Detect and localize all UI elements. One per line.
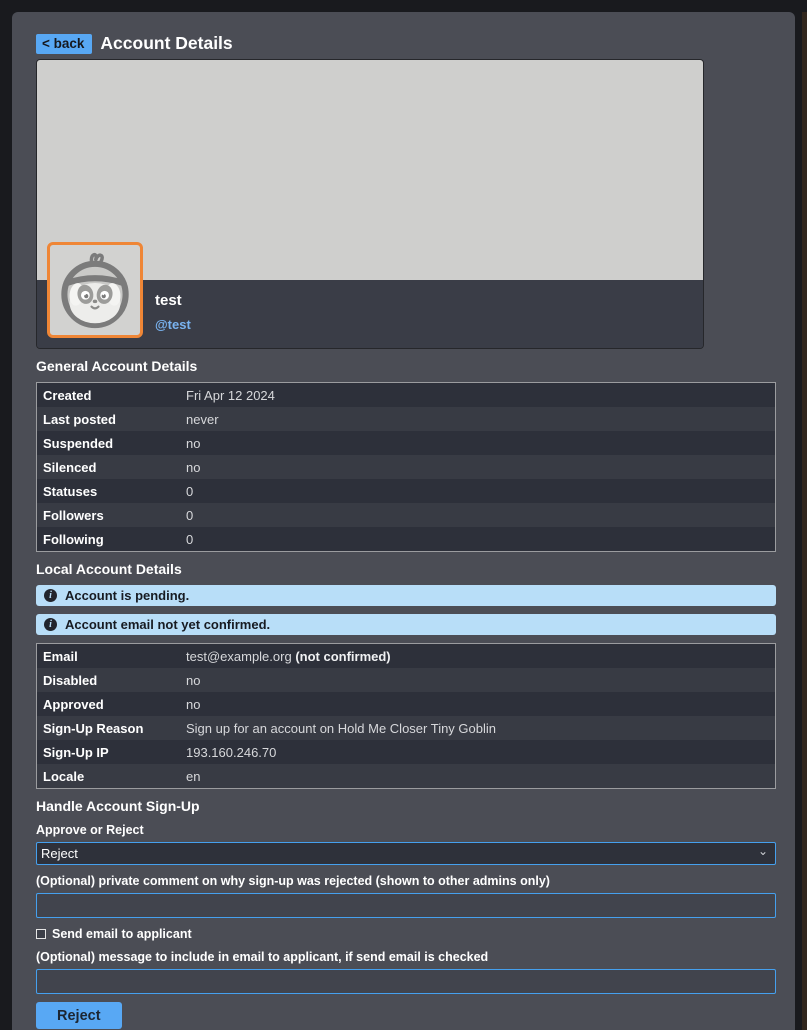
row-value: 0 (186, 484, 775, 499)
notice-banner: i Account email not yet confirmed. (36, 614, 776, 635)
row-label: Sign-Up IP (37, 745, 186, 760)
row-value: test@example.org (not confirmed) (186, 649, 775, 664)
notice-text: Account is pending. (65, 588, 189, 603)
approve-reject-select-wrap: Reject ⌄ (36, 842, 776, 865)
table-row: CreatedFri Apr 12 2024 (37, 383, 775, 407)
send-email-row: Send email to applicant (36, 927, 775, 941)
general-details-table: CreatedFri Apr 12 2024Last postedneverSu… (36, 382, 776, 552)
row-label: Approved (37, 697, 186, 712)
local-details-table: Emailtest@example.org (not confirmed)Dis… (36, 643, 776, 789)
table-row: Silencedno (37, 455, 775, 479)
email-message-input[interactable] (36, 969, 776, 994)
row-label: Sign-Up Reason (37, 721, 186, 736)
row-value: en (186, 769, 775, 784)
table-row: Suspendedno (37, 431, 775, 455)
row-value: no (186, 697, 775, 712)
table-row: Sign-Up IP193.160.246.70 (37, 740, 775, 764)
row-label: Followers (37, 508, 186, 523)
info-circle-icon: i (44, 618, 57, 631)
row-label: Statuses (37, 484, 186, 499)
sloth-avatar-icon (53, 248, 137, 332)
profile-card: test @test (36, 59, 704, 349)
back-button[interactable]: < back (36, 34, 92, 54)
table-row: Statuses0 (37, 479, 775, 503)
account-details-panel: < back Account Details test @test (12, 12, 795, 1030)
local-details-heading: Local Account Details (36, 561, 775, 577)
row-label: Locale (37, 769, 186, 784)
table-row: Approvedno (37, 692, 775, 716)
row-label: Created (37, 388, 186, 403)
row-value: Sign up for an account on Hold Me Closer… (186, 721, 775, 736)
table-row: Followers0 (37, 503, 775, 527)
page-title: Account Details (100, 33, 232, 54)
row-value: no (186, 436, 775, 451)
table-row: Localeen (37, 764, 775, 788)
notice-banner: i Account is pending. (36, 585, 776, 606)
row-label: Email (37, 649, 186, 664)
row-value: Fri Apr 12 2024 (186, 388, 775, 403)
table-row: Disabledno (37, 668, 775, 692)
row-label: Following (37, 532, 186, 547)
email-message-label: (Optional) message to include in email t… (36, 950, 775, 964)
send-email-checkbox[interactable] (36, 929, 46, 939)
row-label: Disabled (37, 673, 186, 688)
table-row: Following0 (37, 527, 775, 551)
row-value: never (186, 412, 775, 427)
account-notices: i Account is pending. i Account email not y… (36, 585, 775, 635)
approve-reject-select[interactable]: Reject (36, 842, 776, 865)
avatar (47, 242, 143, 338)
private-comment-input[interactable] (36, 893, 776, 918)
username: @test (155, 317, 703, 332)
approve-reject-label: Approve or Reject (36, 823, 775, 837)
send-email-label: Send email to applicant (52, 927, 192, 941)
row-value: no (186, 673, 775, 688)
reject-submit-button[interactable]: Reject (36, 1002, 122, 1029)
row-value: no (186, 460, 775, 475)
private-comment-label: (Optional) private comment on why sign-u… (36, 874, 775, 888)
general-details-heading: General Account Details (36, 358, 775, 374)
table-row: Last postednever (37, 407, 775, 431)
row-value: 0 (186, 508, 775, 523)
handle-signup-heading: Handle Account Sign-Up (36, 798, 775, 814)
row-value: 0 (186, 532, 775, 547)
page-header: < back Account Details (36, 33, 775, 54)
notice-text: Account email not yet confirmed. (65, 617, 270, 632)
row-label: Silenced (37, 460, 186, 475)
row-label: Suspended (37, 436, 186, 451)
row-value: 193.160.246.70 (186, 745, 775, 760)
info-circle-icon: i (44, 589, 57, 602)
table-row: Sign-Up ReasonSign up for an account on … (37, 716, 775, 740)
table-row: Emailtest@example.org (not confirmed) (37, 644, 775, 668)
display-name: test (155, 292, 703, 309)
row-label: Last posted (37, 412, 186, 427)
